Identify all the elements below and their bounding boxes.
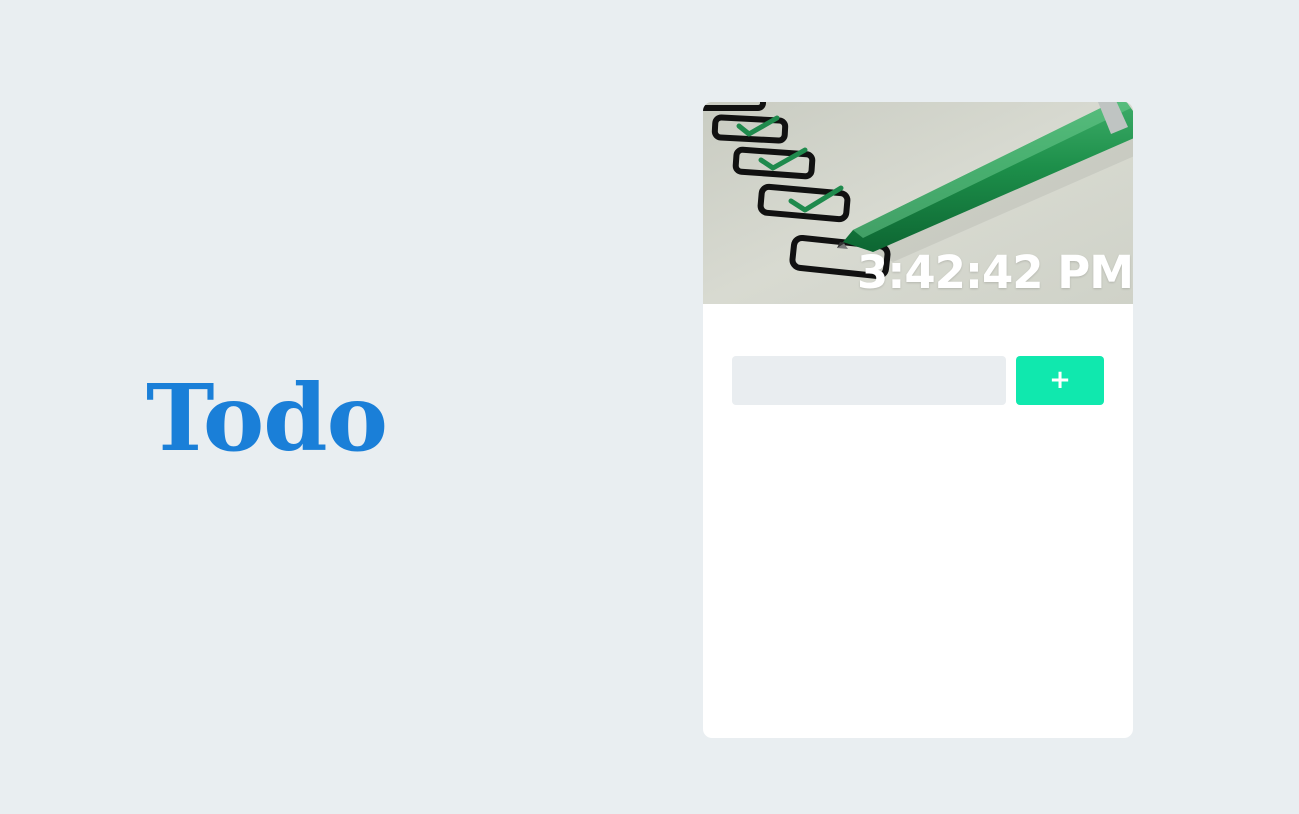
hero-banner: 3:42:42 PM (703, 102, 1133, 304)
todo-card: 3:42:42 PM + (703, 102, 1133, 738)
task-list (732, 422, 1104, 712)
add-task-button[interactable]: + (1016, 356, 1104, 405)
page: Todo 3:42:42 PM + (0, 0, 1299, 814)
clock-display: 3:42:42 PM (857, 246, 1133, 299)
new-task-input[interactable] (732, 356, 1006, 405)
new-task-form: + (732, 356, 1104, 405)
page-title: Todo (146, 364, 388, 472)
